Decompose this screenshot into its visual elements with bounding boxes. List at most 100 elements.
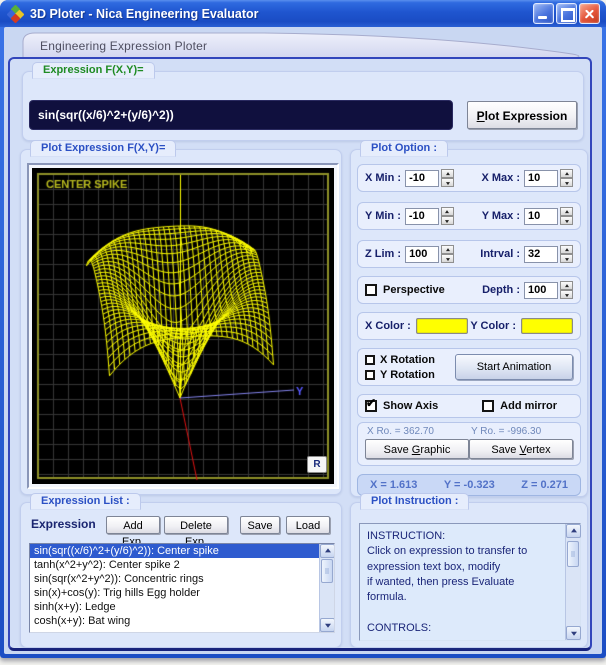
add-mirror-checkbox[interactable]: ✔ [482,400,494,412]
y-rotation-value: Y Ro. = -996.30 [471,426,573,437]
plot-group-label: Plot Expression F(X,Y)= [30,140,176,157]
expression-listbox: sin(sqr((x/6)^2+(y/6)^2)): Center spike … [29,543,335,633]
spinner-up-button[interactable] [560,169,573,178]
x-max-label: X Max : [481,172,520,184]
add-expression-button[interactable]: Add Exp. [106,516,160,534]
expression-list-item[interactable]: sin(sqr((x/6)^2+(y/6)^2)): Center spike [30,544,334,558]
y-max-spinner: 10 [524,207,573,225]
x-min-spinner: -10 [405,169,454,187]
scrollbar-thumb[interactable] [321,559,333,583]
plot-options-group: Plot Option : X Min : -10 X Max : 10 [350,149,588,497]
y-max-label: Y Max : [482,210,520,222]
scrollbar-thumb[interactable] [567,541,579,567]
spinner-up-button[interactable] [560,207,573,216]
load-list-button[interactable]: Load [286,516,330,534]
depth-value[interactable]: 100 [524,282,558,299]
y-range-row: Y Min : -10 Y Max : 10 [357,202,581,230]
instruction-textbox[interactable]: INSTRUCTION: Click on expression to tran… [359,523,581,641]
interval-value[interactable]: 32 [524,246,558,263]
interval-label: Intrval : [480,248,520,260]
spinner-down-button[interactable] [441,254,454,263]
y-rotation-checkbox[interactable]: ✔ [365,370,375,380]
y-color-label: Y Color : [470,320,516,332]
spinner-up-button[interactable] [560,245,573,254]
expression-input[interactable] [29,100,453,130]
coordinate-y: Y = -0.323 [444,479,495,491]
depth-label: Depth : [482,284,520,296]
plot-expression-button[interactable]: Plot Expression [467,101,577,129]
save-row: X Ro. = 362.70 Save Graphic Y Ro. = -996… [357,422,581,466]
reset-view-button[interactable]: R [307,456,327,473]
spinner-down-button[interactable] [560,216,573,225]
expression-list-item[interactable]: cosh(x+y): Bat wing [30,614,334,628]
scroll-down-icon[interactable] [320,618,335,632]
perspective-checkbox[interactable]: ✔ [365,284,377,296]
z-lim-spinner: 100 [405,245,454,263]
spinner-down-button[interactable] [441,178,454,187]
save-graphic-button[interactable]: Save Graphic [365,439,469,459]
y-rotation-label: Y Rotation [380,369,435,381]
spinner-up-button[interactable] [560,281,573,290]
instruction-scrollbar[interactable] [565,524,580,640]
window-title: 3D Ploter - Nica Engineering Evaluator [30,7,533,21]
x-color-label: X Color : [365,320,411,332]
spinner-down-button[interactable] [441,216,454,225]
spinner-down-button[interactable] [560,290,573,299]
expression-list-item[interactable]: sin(sqr(x^2+y^2)): Concentric rings [30,572,334,586]
plot-instruction-label: Plot Instruction : [360,493,469,510]
checkbox-check-icon: ✔ [366,396,376,410]
zlim-interval-row: Z Lim : 100 Intrval : 32 [357,240,581,268]
expression-group: Expression F(X,Y)= Plot Expression [22,71,584,141]
save-list-button[interactable]: Save [240,516,280,534]
y-min-value[interactable]: -10 [405,208,439,225]
y-min-spinner: -10 [405,207,454,225]
spinner-up-button[interactable] [441,169,454,178]
spinner-up-button[interactable] [441,245,454,254]
expression-list-item[interactable]: sinh(x+y): Ledge [30,600,334,614]
spinner-down-button[interactable] [560,254,573,263]
coordinate-z: Z = 0.271 [521,479,568,491]
app-icon [8,6,24,22]
plot-group: Plot Expression F(X,Y)= R [20,149,342,495]
color-row: X Color : Y Color : [357,312,581,340]
list-scrollbar[interactable] [319,544,334,632]
x-min-value[interactable]: -10 [405,170,439,187]
plot-canvas[interactable] [32,168,334,484]
y-color-swatch[interactable] [521,318,573,334]
plot-options-label: Plot Option : [360,140,448,157]
scroll-down-icon[interactable] [566,626,581,640]
coordinate-x: X = 1.613 [370,479,417,491]
titlebar: 3D Ploter - Nica Engineering Evaluator [0,0,606,27]
spinner-up-button[interactable] [441,207,454,216]
plot-frame: R [27,163,339,489]
expression-column-header: Expression [31,517,96,531]
scroll-up-icon[interactable] [320,544,335,558]
scroll-up-icon[interactable] [566,524,581,538]
save-vertex-button[interactable]: Save Vertex [469,439,573,459]
perspective-label: Perspective [383,284,445,296]
x-max-spinner: 10 [524,169,573,187]
x-color-swatch[interactable] [416,318,468,334]
z-lim-value[interactable]: 100 [405,246,439,263]
expression-list-group: Expression List : Expression Add Exp. De… [20,502,342,648]
add-mirror-label: Add mirror [500,400,557,412]
expression-list-item[interactable]: sin(x)+cos(y): Trig hills Egg holder [30,586,334,600]
start-animation-button[interactable]: Start Animation [455,354,573,380]
maximize-button[interactable] [556,3,577,24]
instruction-text: INSTRUCTION: Click on expression to tran… [367,529,560,636]
close-button[interactable] [579,3,600,24]
expression-list-item[interactable]: tanh(x^2+y^2): Center spike 2 [30,558,334,572]
main-panel: Expression F(X,Y)= Plot Expression Plot … [8,57,592,651]
delete-expression-button[interactable]: Delete Exp. [164,516,228,534]
app-window: 3D Ploter - Nica Engineering Evaluator E… [0,0,606,658]
show-axis-checkbox[interactable]: ✔ [365,400,377,412]
minimize-button[interactable] [533,3,554,24]
x-rotation-checkbox[interactable]: ✔ [365,355,375,365]
x-max-value[interactable]: 10 [524,170,558,187]
interval-spinner: 32 [524,245,573,263]
spinner-down-button[interactable] [560,178,573,187]
y-min-label: Y Min : [365,210,401,222]
tab-engineering-expression-ploter: Engineering Expression Ploter [14,30,592,59]
y-max-value[interactable]: 10 [524,208,558,225]
x-rotation-value: X Ro. = 362.70 [367,426,469,437]
